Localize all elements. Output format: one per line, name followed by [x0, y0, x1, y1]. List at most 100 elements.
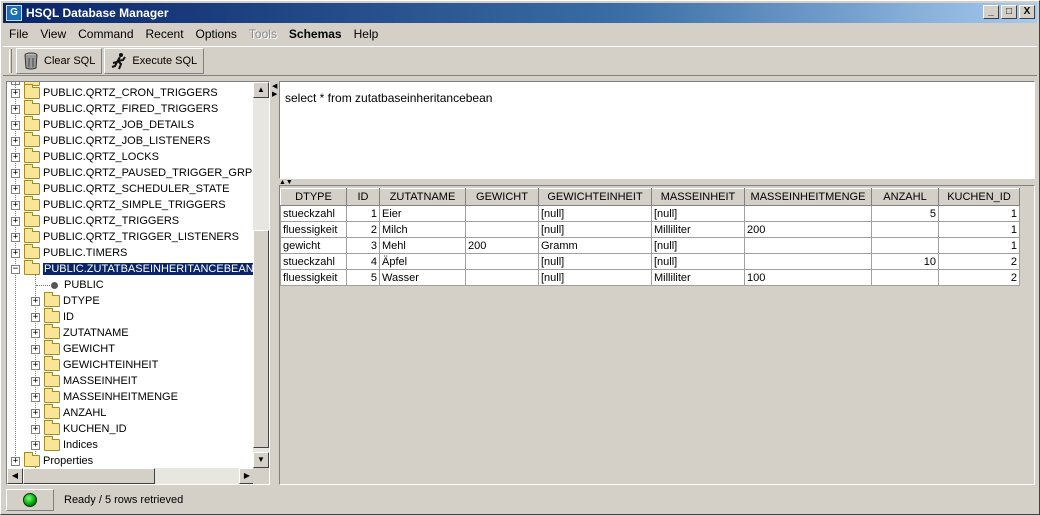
cell-anzahl[interactable]: 5: [871, 205, 939, 222]
menu-recent[interactable]: Recent: [140, 27, 190, 41]
cell-masseinheit[interactable]: Milliliter: [651, 269, 745, 286]
column-header[interactable]: MASSEINHEITMENGE: [744, 188, 872, 206]
expand-toggle[interactable]: +: [11, 456, 20, 466]
sql-editor[interactable]: select * from zutatbaseinheritancebean: [279, 81, 1035, 179]
tree-column-node[interactable]: + ZUTATNAME: [31, 324, 129, 341]
tree-table-label[interactable]: PUBLIC.QRTZ_TRIGGERS: [43, 215, 179, 227]
tree-column-label[interactable]: DTYPE: [63, 295, 100, 307]
cell-masseinheit[interactable]: Milliliter: [651, 221, 745, 238]
tree-schema-label[interactable]: PUBLIC: [64, 279, 104, 291]
tree-column-node[interactable]: + ID: [31, 308, 74, 325]
cell-masseinheitmenge[interactable]: [744, 205, 872, 222]
tree-table-label[interactable]: PUBLIC.QRTZ_TRIGGER_LISTENERS: [43, 231, 239, 243]
cell-gewichteinheit[interactable]: [null]: [538, 205, 652, 222]
expand-right-arrow-icon[interactable]: ▶: [272, 91, 277, 98]
results-grid-panel[interactable]: DTYPE ID ZUTATNAME GEWICHT GEWICHTEINHEI…: [279, 185, 1035, 485]
cell-kuchen-id[interactable]: 1: [938, 221, 1020, 238]
column-header[interactable]: ANZAHL: [871, 188, 939, 206]
cell-masseinheitmenge[interactable]: 100: [744, 269, 872, 286]
tree-horizontal-scrollbar[interactable]: ◀ ▶: [7, 468, 255, 484]
hsql-app-icon[interactable]: G: [6, 5, 22, 21]
expand-toggle[interactable]: +: [11, 168, 20, 178]
cell-dtype[interactable]: fluessigkeit: [280, 221, 347, 238]
column-header[interactable]: ID: [346, 188, 380, 206]
maximize-button[interactable]: □: [1001, 5, 1017, 19]
cell-dtype[interactable]: fluessigkeit: [280, 269, 347, 286]
cell-gewicht[interactable]: [465, 205, 539, 222]
tree-table-node[interactable]: + PUBLIC.QRTZ_LOCKS: [11, 148, 159, 165]
tree-schema-node[interactable]: PUBLIC: [31, 277, 104, 293]
cell-gewichteinheit[interactable]: Gramm: [538, 237, 652, 254]
tree-table-node[interactable]: + PUBLIC.QRTZ_SIMPLE_TRIGGERS: [11, 196, 226, 213]
table-row[interactable]: fluessigkeit 2 Milch [null] Milliliter 2…: [280, 221, 1020, 238]
tree-table-label[interactable]: PUBLIC.QRTZ_JOB_LISTENERS: [43, 135, 210, 147]
tree-column-node[interactable]: + KUCHEN_ID: [31, 420, 127, 437]
cell-masseinheitmenge[interactable]: [744, 253, 872, 270]
expand-toggle[interactable]: +: [31, 440, 40, 450]
tree-column-label[interactable]: MASSEINHEIT: [63, 375, 138, 387]
expand-toggle[interactable]: +: [11, 88, 20, 98]
tree-column-node[interactable]: + DTYPE: [31, 292, 100, 309]
tree-table-node[interactable]: + PUBLIC.QRTZ_CRON_TRIGGERS: [11, 84, 218, 101]
menu-command[interactable]: Command: [72, 27, 139, 41]
table-row[interactable]: gewicht 3 Mehl 200 Gramm [null] 1: [280, 237, 1020, 254]
tree-column-label[interactable]: GEWICHTEINHEIT: [63, 359, 158, 371]
expand-toggle[interactable]: +: [11, 184, 20, 194]
cell-gewicht[interactable]: 200: [465, 237, 539, 254]
menu-options[interactable]: Options: [190, 27, 243, 41]
table-row[interactable]: stueckzahl 1 Eier [null] [null] 5 1: [280, 205, 1020, 222]
expand-toggle[interactable]: +: [11, 248, 20, 258]
toolbar-grip[interactable]: [9, 49, 12, 73]
tree-column-node[interactable]: + MASSEINHEIT: [31, 372, 138, 389]
tree-column-label[interactable]: ID: [63, 311, 74, 323]
collapse-toggle[interactable]: −: [11, 264, 20, 274]
cell-masseinheitmenge[interactable]: [744, 237, 872, 254]
tree-table-node[interactable]: + PUBLIC.QRTZ_TRIGGERS: [11, 212, 179, 229]
expand-toggle[interactable]: +: [31, 328, 40, 338]
cell-gewichteinheit[interactable]: [null]: [538, 221, 652, 238]
vertical-splitter[interactable]: ◀ ▶: [272, 81, 277, 485]
cell-dtype[interactable]: stueckzahl: [280, 253, 347, 270]
tree-table-label[interactable]: PUBLIC.QRTZ_FIRED_TRIGGERS: [43, 103, 218, 115]
cell-gewicht[interactable]: [465, 221, 539, 238]
tree-column-node[interactable]: + GEWICHT: [31, 340, 115, 357]
cell-zutatname[interactable]: Milch: [379, 221, 466, 238]
menu-file[interactable]: File: [3, 27, 34, 41]
tree-column-label[interactable]: GEWICHT: [63, 343, 115, 355]
cell-id[interactable]: 2: [346, 221, 380, 238]
close-button[interactable]: X: [1019, 5, 1035, 19]
cell-id[interactable]: 3: [346, 237, 380, 254]
minimize-button[interactable]: _: [983, 5, 999, 19]
cell-gewicht[interactable]: [465, 253, 539, 270]
tree-table-label[interactable]: PUBLIC.QRTZ_SIMPLE_TRIGGERS: [43, 199, 226, 211]
execute-sql-button[interactable]: Execute SQL: [104, 48, 205, 74]
tree-table-label[interactable]: PUBLIC.QRTZ_CRON_TRIGGERS: [43, 87, 218, 99]
table-row[interactable]: fluessigkeit 5 Wasser [null] Milliliter …: [280, 269, 1020, 286]
tree-table-node[interactable]: + PUBLIC.QRTZ_SCHEDULER_STATE: [11, 180, 229, 197]
title-bar[interactable]: G HSQL Database Manager _ □ X: [3, 3, 1037, 23]
expand-toggle[interactable]: +: [31, 360, 40, 370]
tree-table-node[interactable]: + PUBLIC.TIMERS: [11, 244, 127, 261]
tree-table-node[interactable]: + PUBLIC.QRTZ_JOB_LISTENERS: [11, 132, 210, 149]
clear-sql-button[interactable]: Clear SQL: [16, 48, 103, 74]
column-header[interactable]: KUCHEN_ID: [938, 188, 1020, 206]
scroll-down-button[interactable]: ▼: [253, 452, 269, 468]
expand-toggle[interactable]: +: [31, 424, 40, 434]
expand-toggle[interactable]: +: [31, 312, 40, 322]
cell-zutatname[interactable]: Äpfel: [379, 253, 466, 270]
scroll-thumb[interactable]: [23, 468, 155, 484]
cell-anzahl[interactable]: [871, 221, 939, 238]
expand-toggle[interactable]: +: [31, 408, 40, 418]
tree-column-label[interactable]: ZUTATNAME: [63, 327, 129, 339]
expand-toggle[interactable]: +: [31, 296, 40, 306]
tree-indices-label[interactable]: Indices: [63, 439, 98, 451]
schema-tree[interactable]: + + PUBLIC.QRTZ_CRON_TRIGGERS + PUBLIC.Q…: [7, 82, 255, 468]
tree-column-label[interactable]: ANZAHL: [63, 407, 106, 419]
tree-table-label[interactable]: PUBLIC.QRTZ_SCHEDULER_STATE: [43, 183, 229, 195]
schema-tree-panel[interactable]: + + PUBLIC.QRTZ_CRON_TRIGGERS + PUBLIC.Q…: [6, 81, 270, 485]
table-row[interactable]: stueckzahl 4 Äpfel [null] [null] 10 2: [280, 253, 1020, 270]
tree-column-node[interactable]: + GEWICHTEINHEIT: [31, 356, 158, 373]
cell-zutatname[interactable]: Eier: [379, 205, 466, 222]
expand-toggle[interactable]: +: [11, 120, 20, 130]
cell-masseinheit[interactable]: [null]: [651, 253, 745, 270]
